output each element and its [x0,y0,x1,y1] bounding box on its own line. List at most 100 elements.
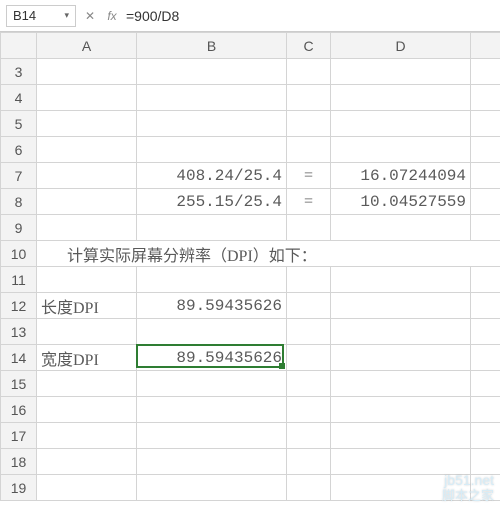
cell[interactable] [37,449,137,475]
cell[interactable] [287,345,331,371]
cell[interactable] [331,475,471,501]
cell[interactable] [471,267,500,293]
cell[interactable] [331,111,471,137]
cell[interactable] [331,397,471,423]
cell[interactable] [37,85,137,111]
cell[interactable] [37,319,137,345]
row-header[interactable]: 14 [1,345,37,371]
col-header-E[interactable]: E [471,33,500,59]
cell[interactable] [137,137,287,163]
cell[interactable] [471,59,500,85]
cell-B14[interactable]: 89.59435626 [137,345,287,371]
cell[interactable] [137,449,287,475]
row-header[interactable]: 5 [1,111,37,137]
cell[interactable] [137,111,287,137]
row-header[interactable]: 6 [1,137,37,163]
cell[interactable] [471,449,500,475]
cell[interactable] [37,215,137,241]
cell[interactable] [137,371,287,397]
formula-input[interactable] [126,8,494,24]
row-header[interactable]: 10 [1,241,37,267]
cell[interactable] [287,397,331,423]
cell-A12[interactable]: 长度DPI [37,293,137,319]
cell[interactable] [331,267,471,293]
cell[interactable] [37,137,137,163]
cell[interactable] [287,215,331,241]
cell[interactable] [287,137,331,163]
cell[interactable] [37,423,137,449]
col-header-B[interactable]: B [137,33,287,59]
cell-D8[interactable]: 10.04527559 [331,189,471,215]
row-header[interactable]: 15 [1,371,37,397]
cell-D7[interactable]: 16.07244094 [331,163,471,189]
col-header-D[interactable]: D [331,33,471,59]
cell[interactable] [471,85,500,111]
cell-B8[interactable]: 255.15/25.4 [137,189,287,215]
cell[interactable] [471,163,500,189]
cell[interactable] [287,293,331,319]
cell[interactable] [137,59,287,85]
cell[interactable] [471,397,500,423]
cell[interactable] [37,475,137,501]
row-header[interactable]: 8 [1,189,37,215]
cell[interactable] [471,475,500,501]
cell[interactable] [37,267,137,293]
cell[interactable] [287,85,331,111]
cell[interactable] [331,449,471,475]
cell[interactable] [37,189,137,215]
cell[interactable] [287,319,331,345]
row-header[interactable]: 18 [1,449,37,475]
cell-A10-merged[interactable]: 计算实际屏幕分辨率（DPI）如下： [37,241,500,267]
cell[interactable] [287,475,331,501]
cell[interactable] [471,423,500,449]
cell[interactable] [287,111,331,137]
cell[interactable] [287,267,331,293]
cell[interactable] [471,345,500,371]
name-box[interactable]: B14 ▾ [6,5,76,27]
row-header[interactable]: 3 [1,59,37,85]
cell[interactable] [331,293,471,319]
cell[interactable] [471,189,500,215]
cell-C7[interactable]: = [287,163,331,189]
row-header[interactable]: 19 [1,475,37,501]
row-header[interactable]: 11 [1,267,37,293]
cell[interactable] [37,397,137,423]
cell[interactable] [37,371,137,397]
cell[interactable] [137,319,287,345]
cell[interactable] [137,397,287,423]
cell[interactable] [331,423,471,449]
select-all-corner[interactable] [1,33,37,59]
cell[interactable] [137,423,287,449]
cell[interactable] [471,111,500,137]
cell[interactable] [331,319,471,345]
cell[interactable] [137,215,287,241]
cell[interactable] [471,371,500,397]
cell[interactable] [471,215,500,241]
cell[interactable] [331,215,471,241]
cell[interactable] [37,111,137,137]
row-header[interactable]: 17 [1,423,37,449]
cell[interactable] [331,371,471,397]
cell[interactable] [331,59,471,85]
row-header[interactable]: 16 [1,397,37,423]
fx-icon[interactable]: fx [104,8,120,24]
cell[interactable] [137,267,287,293]
cell-C8[interactable]: = [287,189,331,215]
cell[interactable] [37,163,137,189]
chevron-down-icon[interactable]: ▾ [64,10,69,21]
cell[interactable] [287,59,331,85]
cell[interactable] [137,85,287,111]
cell-B12[interactable]: 89.59435626 [137,293,287,319]
cell[interactable] [331,137,471,163]
row-header[interactable]: 4 [1,85,37,111]
row-header[interactable]: 7 [1,163,37,189]
cell[interactable] [331,85,471,111]
spreadsheet-grid[interactable]: A B C D E 3 4 5 6 7 408.24/25.4 = 16.072… [0,32,500,501]
col-header-A[interactable]: A [37,33,137,59]
cell[interactable] [287,423,331,449]
cell[interactable] [287,449,331,475]
cell-A14[interactable]: 宽度DPI [37,345,137,371]
cell-B7[interactable]: 408.24/25.4 [137,163,287,189]
col-header-C[interactable]: C [287,33,331,59]
cell[interactable] [331,345,471,371]
